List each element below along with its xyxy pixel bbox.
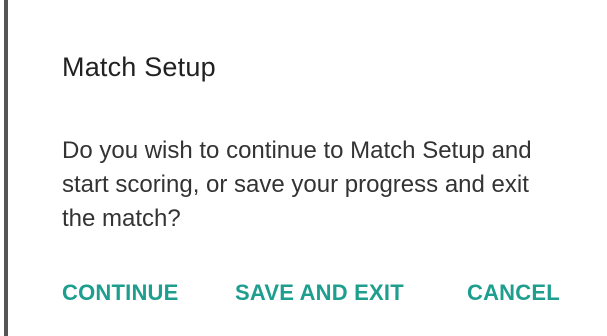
- dialog-message: Do you wish to continue to Match Setup a…: [62, 137, 532, 232]
- cancel-button[interactable]: CANCEL: [467, 280, 560, 306]
- match-setup-dialog: Match Setup Do you wish to continue to M…: [0, 0, 607, 336]
- continue-button[interactable]: CONTINUE: [62, 280, 179, 306]
- dialog-actions: CONTINUE SAVE AND EXIT CANCEL: [0, 280, 607, 310]
- dialog-title: Match Setup: [62, 52, 216, 82]
- save-and-exit-button[interactable]: SAVE AND EXIT: [235, 280, 404, 306]
